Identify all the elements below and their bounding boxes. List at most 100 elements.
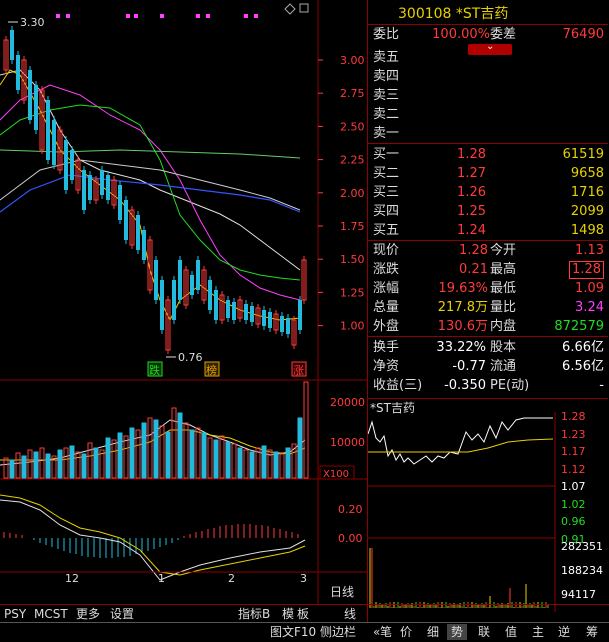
- volume-bar: [177, 412, 183, 479]
- ask-label: 卖五: [373, 50, 400, 65]
- candle-down: [262, 310, 266, 326]
- candle-down: [70, 150, 74, 180]
- btn-trend[interactable]: 势: [447, 624, 468, 640]
- bid-row[interactable]: 买一 1.28 61519: [368, 145, 608, 165]
- bid-label: 买四: [373, 204, 400, 219]
- btn-reverse[interactable]: 逆: [558, 624, 570, 640]
- candlestick-chart[interactable]: 3.30 0.76 3.00 2.75 2.50 2.25 2.00 1.75 1.50 1.…: [0, 0, 367, 405]
- btn-detail[interactable]: 细: [427, 624, 439, 640]
- fund-label: 流通: [490, 359, 517, 374]
- volume-panel[interactable]: 20000 10000 X100: [0, 380, 367, 480]
- svg-text:榜: 榜: [206, 363, 217, 377]
- tab-mcst[interactable]: MCST: [34, 606, 68, 622]
- bid-price: 1.25: [457, 204, 486, 219]
- bid-volume: 1498: [570, 223, 604, 238]
- square-icon[interactable]: [299, 3, 309, 13]
- volume-bar: [87, 442, 93, 479]
- volume-bar: [69, 445, 75, 479]
- volume-bar: [231, 443, 237, 479]
- candle-down: [100, 170, 104, 195]
- stat-row: 现价 1.28 今开 1.13: [368, 241, 608, 261]
- stat-label: 今开: [490, 243, 517, 258]
- candle-down: [52, 120, 56, 165]
- price-tick-label: 1.50: [340, 253, 365, 266]
- period-daily[interactable]: 日线: [330, 585, 354, 599]
- volume-bar: [183, 422, 189, 479]
- svg-text:0.76: 0.76: [178, 351, 203, 364]
- stat-label: 涨幅: [373, 281, 400, 296]
- intraday-volume: [369, 548, 549, 608]
- stat-value: 217.8万: [437, 300, 488, 315]
- bid-price: 1.24: [457, 223, 486, 238]
- tab-more[interactable]: 更多: [76, 606, 100, 622]
- tab-indicator-b[interactable]: 指标B: [238, 606, 270, 622]
- bid-row[interactable]: 买二 1.27 9658: [368, 164, 608, 184]
- volume-chart[interactable]: 20000 10000 X100: [0, 380, 367, 480]
- ma-line-darkgreen: [0, 149, 301, 159]
- bid-volume: 61519: [562, 147, 604, 162]
- fund-value: 33.22%: [436, 340, 486, 355]
- candle-down: [10, 30, 14, 60]
- btn-price[interactable]: 价: [400, 624, 412, 640]
- fund-value: -: [599, 378, 604, 393]
- btn-bi[interactable]: 笔: [380, 624, 392, 640]
- fund-value: 6.66亿: [562, 340, 604, 355]
- candle-down: [244, 304, 248, 320]
- candle-down: [280, 316, 284, 332]
- candle-down: [154, 260, 158, 300]
- rise-badge: 涨: [291, 361, 307, 377]
- price-tick-label: 2.00: [340, 187, 365, 200]
- kline-panel[interactable]: 3.30 0.76 3.00 2.75 2.50 2.25 2.00 1.75 1.50 1.…: [0, 0, 367, 405]
- volume-bar: [285, 447, 291, 479]
- stock-code-name: 300108 *ST吉药: [398, 6, 509, 22]
- stat-value: 0.21: [459, 262, 488, 277]
- btn-f10[interactable]: 图文F10: [270, 624, 316, 640]
- btn-chips[interactable]: 筹: [586, 624, 598, 640]
- stat-label: 量比: [490, 300, 517, 315]
- bid-label: 买一: [373, 147, 400, 162]
- stat-label: 总量: [373, 300, 400, 315]
- bid-row[interactable]: 买五 1.24 1498: [368, 221, 608, 241]
- btn-sidebar[interactable]: 侧边栏: [320, 624, 356, 640]
- macd-panel[interactable]: 0.20 0.00 12 1 2 3 日线: [0, 480, 367, 604]
- candles: [3, 26, 307, 354]
- stat-value: 3.24: [575, 300, 604, 315]
- bid-price: 1.26: [457, 185, 486, 200]
- stat-value: 872579: [554, 319, 604, 334]
- tab-board[interactable]: 板: [297, 606, 309, 622]
- intraday-chart[interactable]: [368, 412, 608, 612]
- fund-label: 收益(三): [373, 378, 423, 393]
- btn-main[interactable]: 主: [532, 624, 544, 640]
- candle-down: [34, 85, 38, 130]
- candle-down: [160, 280, 164, 330]
- ask-label: 卖二: [373, 107, 400, 122]
- bid-row[interactable]: 买三 1.26 1716: [368, 183, 608, 203]
- btn-link[interactable]: 联: [478, 624, 490, 640]
- fund-label: PE(动): [490, 378, 530, 393]
- bid-label: 买三: [373, 185, 400, 200]
- macd-chart[interactable]: 0.20 0.00 12 1 2 3 日线: [0, 480, 367, 604]
- weibi-label: 委比: [373, 27, 400, 42]
- fundamental-row: 收益(三) -0.350 PE(动) -: [368, 376, 608, 396]
- volume-bar: [75, 451, 81, 479]
- bid-label: 买二: [373, 166, 400, 181]
- tab-line[interactable]: 线: [344, 606, 356, 622]
- volume-bar: [63, 447, 69, 479]
- candle-down: [124, 200, 128, 240]
- volume-bar: [189, 429, 195, 479]
- volume-bar: [303, 381, 309, 479]
- volume-bar: [21, 455, 27, 479]
- tab-template[interactable]: 模: [282, 606, 294, 622]
- candle-down: [106, 175, 110, 200]
- bid-row[interactable]: 买四 1.25 2099: [368, 202, 608, 222]
- volume-bar: [27, 449, 33, 479]
- tab-psy[interactable]: PSY: [4, 606, 26, 622]
- candle-down: [178, 260, 182, 300]
- tab-settings[interactable]: 设置: [110, 606, 134, 622]
- diamond-icon[interactable]: [284, 3, 296, 15]
- volume-bar: [93, 447, 99, 479]
- btn-value[interactable]: 值: [505, 624, 517, 640]
- time-label-3: 3: [300, 572, 307, 585]
- candle-down: [214, 290, 218, 320]
- vol-axis-20000: 20000: [330, 396, 365, 409]
